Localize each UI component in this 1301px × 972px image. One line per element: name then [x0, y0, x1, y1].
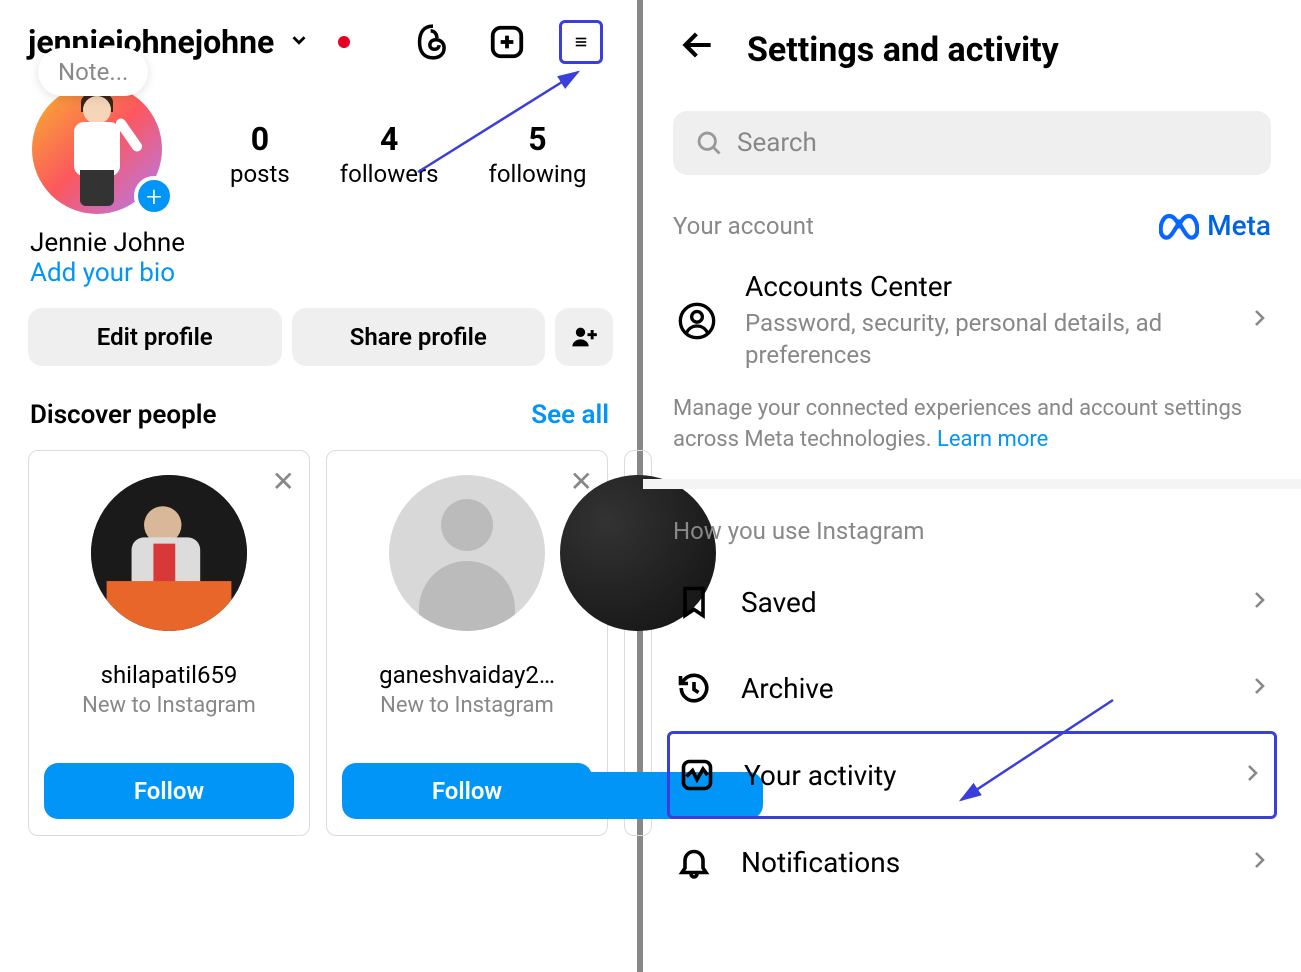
following-stat[interactable]: 5 following [488, 120, 586, 188]
avatar-3d-figure-icon [62, 96, 132, 206]
search-placeholder: Search [737, 128, 817, 158]
menu-hamburger-icon[interactable] [559, 20, 603, 64]
chevron-right-icon [1247, 585, 1271, 620]
edit-profile-label: Edit profile [97, 323, 213, 351]
saved-row[interactable]: Saved [643, 559, 1301, 645]
posts-count: 0 [230, 120, 290, 158]
section-divider [643, 479, 1301, 489]
follow-label: Follow [432, 777, 502, 805]
usage-section-label: How you use Instagram [673, 517, 924, 545]
display-name: Jennie Johne [30, 228, 637, 258]
discover-people-carousel[interactable]: ✕ shilapatil659 New to Instagram Follow [0, 440, 637, 836]
archive-label: Archive [741, 672, 1221, 705]
notifications-label: Notifications [741, 846, 1221, 879]
accounts-center-subtitle: Password, security, personal details, ad… [745, 307, 1223, 372]
archive-row[interactable]: Archive [643, 645, 1301, 731]
learn-more-link[interactable]: Learn more [937, 427, 1048, 452]
accounts-center-title: Accounts Center [745, 270, 1223, 303]
chevron-right-icon [1247, 845, 1271, 880]
note-placeholder: Note... [58, 58, 128, 86]
share-profile-button[interactable]: Share profile [292, 308, 546, 366]
saved-label: Saved [741, 586, 1221, 619]
see-all-link[interactable]: See all [531, 400, 609, 430]
followers-label: followers [340, 160, 439, 188]
bookmark-icon [673, 581, 715, 623]
discover-people-heading: Discover people [30, 400, 217, 430]
followers-stat[interactable]: 4 followers [340, 120, 439, 188]
person-avatar[interactable] [389, 475, 545, 631]
notifications-row[interactable]: Notifications [643, 819, 1301, 905]
person-username: ganeshvaiday2… [379, 661, 555, 689]
following-label: following [488, 160, 586, 188]
add-bio-link[interactable]: Add your bio [30, 258, 637, 288]
discover-people-toggle-icon[interactable] [555, 308, 613, 366]
activity-icon [676, 754, 718, 796]
person-circle-icon [673, 297, 721, 345]
person-username: shilapatil659 [101, 661, 238, 689]
accounts-center-row[interactable]: Accounts Center Password, security, pers… [643, 256, 1301, 382]
add-story-plus-icon[interactable]: + [134, 176, 174, 216]
posts-label: posts [230, 160, 290, 188]
meta-logo-icon [1159, 212, 1199, 240]
settings-title: Settings and activity [747, 30, 1059, 70]
profile-screen: jenniejohnejohne [0, 0, 637, 972]
archive-icon [673, 667, 715, 709]
chevron-right-icon [1247, 671, 1271, 706]
follow-label: Follow [134, 777, 204, 805]
meta-label: Meta [1207, 209, 1271, 242]
threads-icon[interactable] [411, 20, 455, 64]
person-avatar[interactable] [91, 475, 247, 631]
share-profile-label: Share profile [350, 323, 487, 351]
chevron-down-icon [288, 29, 310, 56]
chevron-right-icon [1247, 303, 1271, 338]
meta-brand: Meta [1159, 209, 1271, 242]
person-card: ✕ shilapatil659 New to Instagram Follow [28, 450, 310, 836]
edit-profile-button[interactable]: Edit profile [28, 308, 282, 366]
your-activity-highlight: Your activity [667, 731, 1277, 819]
search-icon [695, 129, 723, 157]
create-post-icon[interactable] [485, 20, 529, 64]
chevron-right-icon [1240, 758, 1268, 793]
close-icon[interactable]: ✕ [272, 465, 295, 498]
note-bubble[interactable]: Note... [38, 48, 148, 96]
person-subtitle: New to Instagram [82, 693, 256, 718]
followers-count: 4 [340, 120, 439, 158]
back-arrow-icon[interactable] [679, 26, 717, 73]
person-subtitle: New to Instagram [380, 693, 554, 718]
follow-button[interactable]: Follow [44, 763, 294, 819]
your-account-label: Your account [673, 212, 814, 240]
your-activity-label: Your activity [744, 759, 1214, 792]
bell-icon [673, 841, 715, 883]
following-count: 5 [488, 120, 586, 158]
notification-dot-icon [338, 36, 350, 48]
accounts-center-info: Manage your connected experiences and ac… [643, 382, 1301, 480]
your-activity-row[interactable]: Your activity [676, 750, 1268, 800]
search-input[interactable]: Search [673, 111, 1271, 175]
settings-screen: Settings and activity Search Your accoun… [643, 0, 1301, 972]
posts-stat[interactable]: 0 posts [230, 120, 290, 188]
